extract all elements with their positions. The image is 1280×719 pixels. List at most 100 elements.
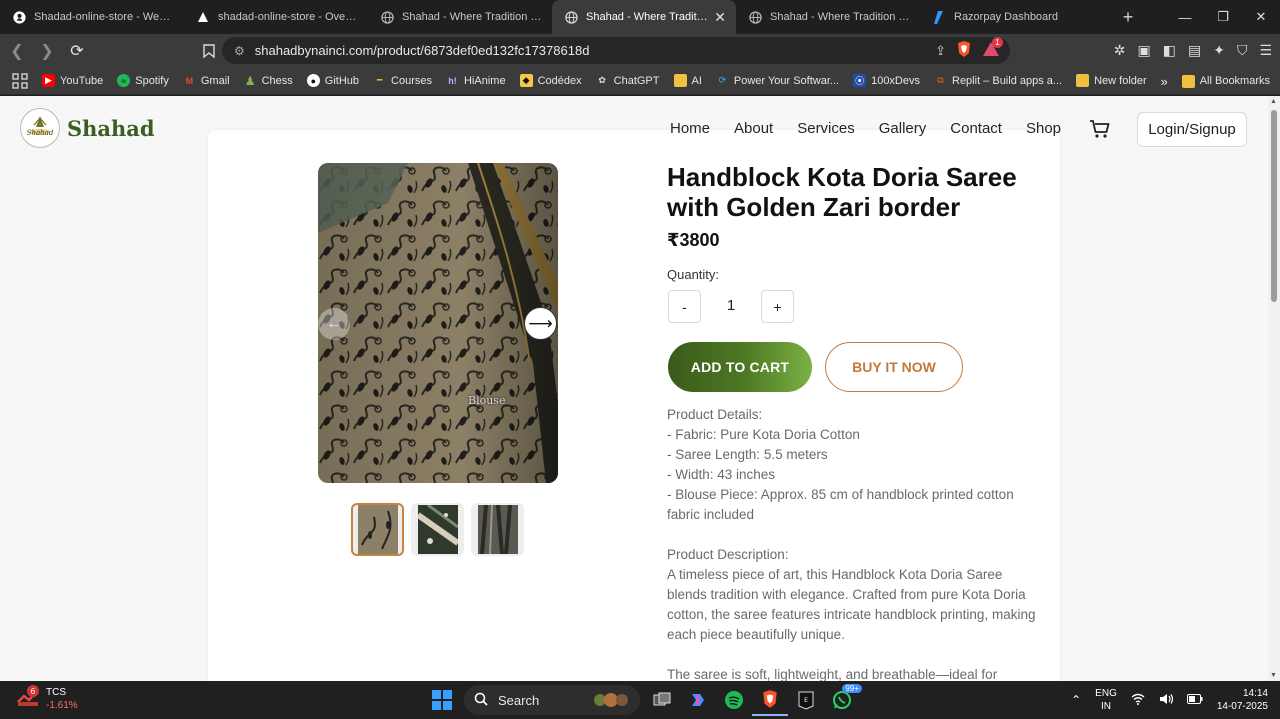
- bookmark-replit[interactable]: ⧉ Replit – Build apps a...: [934, 74, 1062, 87]
- thumbnail-2[interactable]: [411, 503, 464, 556]
- site-logo[interactable]: Shahad: [20, 108, 60, 148]
- brand-name[interactable]: Shahad: [67, 116, 155, 141]
- vercel-icon: [196, 10, 210, 24]
- thumbnail-1[interactable]: [351, 503, 404, 556]
- nav-contact[interactable]: Contact: [950, 120, 1002, 137]
- minimize-icon[interactable]: —: [1166, 0, 1204, 34]
- wallet-icon[interactable]: ▤: [1188, 42, 1201, 59]
- add-to-cart-button[interactable]: ADD TO CART: [668, 342, 812, 392]
- bookmark-spotify[interactable]: ≈ Spotify: [117, 74, 169, 87]
- browser-tab[interactable]: Razorpay Dashboard: [920, 0, 1104, 34]
- close-icon[interactable]: ✕: [714, 9, 726, 26]
- new-tab-button[interactable]: +: [1116, 7, 1140, 28]
- bookmark-chess[interactable]: ♟ Chess: [244, 74, 293, 88]
- scrollbar-thumb[interactable]: [1271, 110, 1277, 302]
- bookmark-youtube[interactable]: ▶ YouTube: [42, 74, 103, 87]
- vpn-icon[interactable]: ⛉: [1237, 42, 1248, 59]
- nav-about[interactable]: About: [734, 120, 773, 137]
- scroll-down-icon[interactable]: ▼: [1270, 672, 1277, 679]
- clock-time: 14:14: [1242, 688, 1268, 699]
- menu-icon[interactable]: ☰: [1259, 42, 1272, 59]
- back-icon[interactable]: ❮: [4, 38, 30, 64]
- sidebar-icon[interactable]: ◧: [1163, 42, 1176, 59]
- extensions-icon[interactable]: ✲: [1114, 42, 1126, 59]
- search-icon: [474, 692, 488, 709]
- login-signup-button[interactable]: Login/Signup: [1137, 112, 1247, 147]
- cart-icon[interactable]: [1089, 119, 1111, 139]
- product-price: ₹3800: [667, 230, 720, 250]
- search-label: Search: [498, 692, 540, 708]
- bookmark-gmail[interactable]: M Gmail: [183, 74, 230, 87]
- stock-widget[interactable]: 6 TCS -1.61%: [16, 685, 78, 712]
- browser-tab[interactable]: Shadad-online-store - Web Serv: [0, 0, 184, 34]
- 100xdevs-icon: ⦿: [853, 74, 867, 87]
- bookmark-folder-ai[interactable]: AI: [673, 74, 702, 87]
- wifi-icon[interactable]: [1131, 693, 1145, 708]
- volume-icon[interactable]: [1159, 693, 1173, 708]
- detail-item: - Saree Length: 5.5 meters: [667, 447, 828, 462]
- brave-browser-icon[interactable]: [752, 684, 788, 716]
- epic-games-icon[interactable]: E: [788, 684, 824, 716]
- bookmark-chatgpt[interactable]: ✿ ChatGPT: [596, 74, 659, 87]
- description-text: A timeless piece of art, this Handblock …: [667, 567, 1036, 642]
- whatsapp-icon[interactable]: 99+: [824, 684, 862, 716]
- more-bookmarks-icon[interactable]: »: [1160, 74, 1167, 89]
- brave-shield-icon[interactable]: [956, 40, 972, 61]
- bookmark-github[interactable]: ● GitHub: [306, 74, 359, 87]
- next-image-button[interactable]: ⟶: [524, 307, 557, 340]
- stock-name: TCS: [46, 687, 66, 698]
- nav-home[interactable]: Home: [670, 120, 710, 137]
- scroll-up-icon[interactable]: ▲: [1270, 98, 1277, 105]
- spotify-icon[interactable]: [716, 684, 752, 716]
- task-view-icon[interactable]: [644, 684, 680, 716]
- buy-now-button[interactable]: BUY IT NOW: [825, 342, 963, 392]
- address-bar[interactable]: ⚙ shahadbynainci.com/product/6873def0ed1…: [222, 37, 1010, 64]
- bookmark-power[interactable]: ⟳ Power Your Softwar...: [716, 74, 839, 87]
- page-scrollbar[interactable]: ▲ ▼: [1268, 96, 1280, 681]
- thumbnail-3[interactable]: [471, 503, 524, 556]
- language-indicator[interactable]: ENG IN: [1095, 687, 1117, 713]
- taskbar-search[interactable]: Search: [464, 685, 640, 715]
- nav-shop[interactable]: Shop: [1026, 120, 1061, 137]
- globe-icon: [748, 10, 762, 24]
- browser-tab[interactable]: Shahad - Where Tradition Meets: [736, 0, 920, 34]
- clock[interactable]: 14:14 14-07-2025: [1217, 687, 1268, 713]
- bookmark-codedex[interactable]: ◆ Codédex: [519, 74, 582, 87]
- bookmark-label: All Bookmarks: [1199, 75, 1270, 87]
- browser-tab[interactable]: shadad-online-store - Overview: [184, 0, 368, 34]
- show-hidden-icons[interactable]: ⌃: [1071, 693, 1081, 707]
- brave-rewards-icon[interactable]: 1: [982, 37, 1003, 60]
- share-icon[interactable]: ⇪: [935, 43, 946, 59]
- taskbar-apps: Search E 99+: [424, 684, 862, 716]
- bookmark-label: Replit – Build apps a...: [952, 74, 1063, 87]
- maximize-icon[interactable]: ❐: [1204, 0, 1242, 34]
- bookmark-100xdevs[interactable]: ⦿ 100xDevs: [853, 74, 920, 87]
- battery-icon[interactable]: [1186, 693, 1203, 707]
- search-highlight-icon: [592, 690, 630, 713]
- forward-icon[interactable]: ❯: [34, 38, 60, 64]
- quantity-decrease-button[interactable]: -: [668, 290, 701, 323]
- bookmark-hianime[interactable]: h! HiAnime: [446, 74, 505, 87]
- nav-gallery[interactable]: Gallery: [879, 120, 927, 137]
- window-close-icon[interactable]: ✕: [1242, 0, 1280, 34]
- copilot-icon[interactable]: [680, 684, 716, 716]
- site-info-icon[interactable]: ⚙: [234, 44, 245, 58]
- apps-icon[interactable]: [12, 72, 28, 89]
- clock-date: 14-07-2025: [1216, 701, 1268, 712]
- leo-ai-icon[interactable]: ✦: [1213, 42, 1225, 59]
- prev-image-button[interactable]: ←: [318, 308, 350, 340]
- browser-tab-active[interactable]: Shahad - Where Tradition M ✕: [552, 0, 736, 34]
- nav-services[interactable]: Services: [797, 120, 855, 137]
- reload-icon[interactable]: ⟳: [64, 38, 90, 64]
- bookmark-icon[interactable]: [196, 38, 222, 64]
- quantity-increase-button[interactable]: +: [761, 290, 794, 323]
- bookmark-label: 100xDevs: [871, 74, 920, 87]
- reader-icon[interactable]: ▣: [1138, 42, 1151, 59]
- windows-start-icon[interactable]: [424, 684, 460, 716]
- quantity-value[interactable]: 1: [720, 297, 742, 314]
- bookmark-new-folder[interactable]: New folder: [1076, 74, 1147, 87]
- browser-tab[interactable]: Shahad - Where Tradition Meets: [368, 0, 552, 34]
- all-bookmarks[interactable]: All Bookmarks: [1181, 74, 1270, 88]
- github-icon: ●: [306, 74, 320, 87]
- bookmark-courses[interactable]: ━ Courses: [373, 74, 432, 87]
